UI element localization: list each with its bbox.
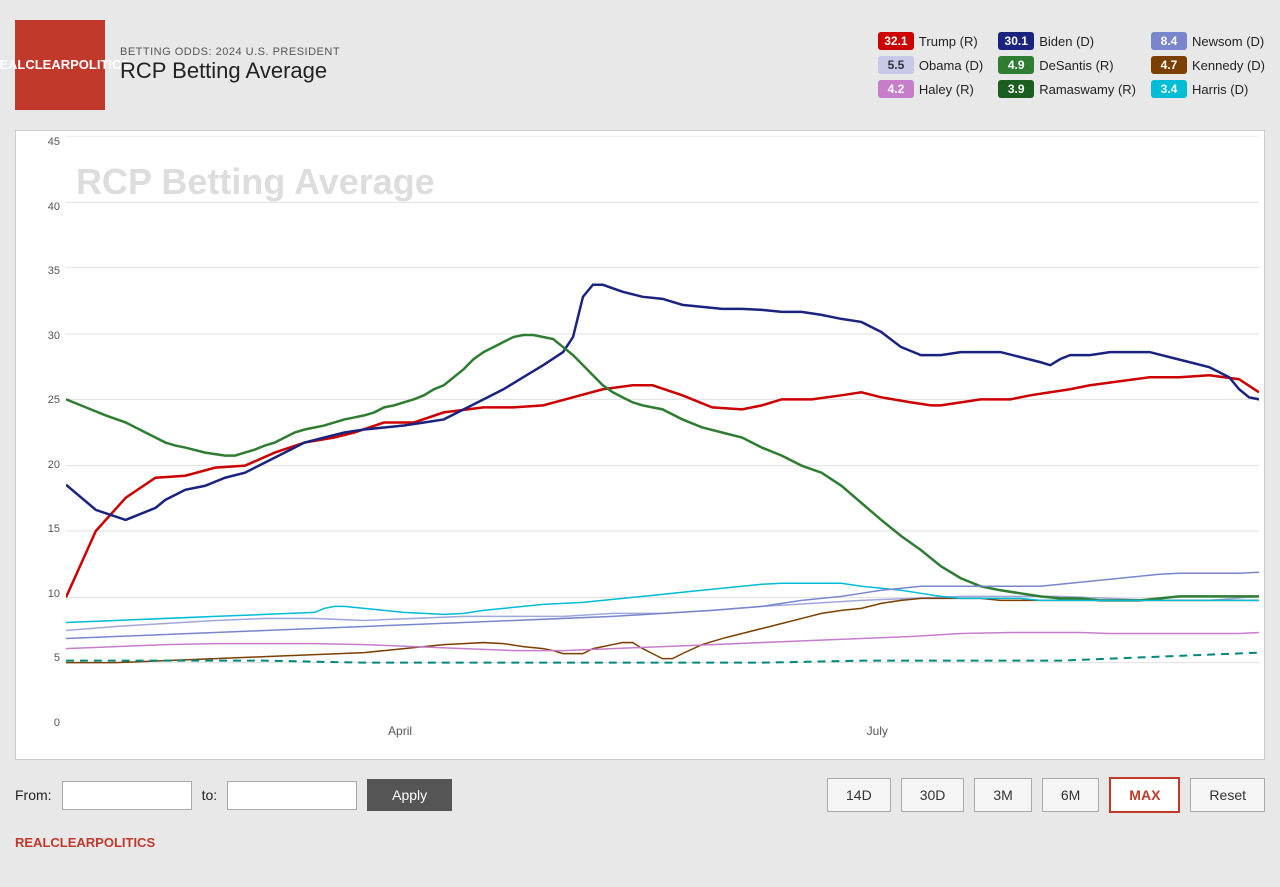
legend-item: 5.5 Obama (D): [878, 56, 983, 74]
legend-badge: 5.5: [878, 56, 914, 74]
legend-name: Haley (R): [919, 82, 974, 97]
legend: 32.1 Trump (R) 30.1 Biden (D) 8.4 Newsom (D) 5…: [878, 32, 1265, 98]
x-labels: [66, 729, 1259, 759]
y-label-40: 40: [20, 201, 60, 213]
legend-badge: 30.1: [998, 32, 1034, 50]
legend-name: Newsom (D): [1192, 34, 1264, 49]
legend-item: 8.4 Newsom (D): [1151, 32, 1265, 50]
y-axis-labels: 0 5 10 15 20 25 30 35 40 45: [16, 136, 64, 729]
y-label-30: 30: [20, 330, 60, 342]
legend-item: 3.9 Ramaswamy (R): [998, 80, 1136, 98]
btn-max[interactable]: MAX: [1109, 777, 1180, 813]
title-section: BETTING ODDS: 2024 U.S. PRESIDENT RCP Be…: [120, 46, 858, 84]
y-label-25: 25: [20, 394, 60, 406]
legend-item: 30.1 Biden (D): [998, 32, 1136, 50]
chart-container: RCP Betting Average: [15, 130, 1265, 760]
logo-text2: CLEAR: [25, 57, 70, 73]
legend-item: 4.2 Haley (R): [878, 80, 983, 98]
legend-name: Obama (D): [919, 58, 983, 73]
legend-name: DeSantis (R): [1039, 58, 1113, 73]
legend-name: Biden (D): [1039, 34, 1094, 49]
y-label-45: 45: [20, 136, 60, 148]
to-date-input[interactable]: [227, 781, 357, 810]
to-label: to:: [202, 787, 218, 803]
legend-name: Kennedy (D): [1192, 58, 1265, 73]
btn-3m[interactable]: 3M: [974, 778, 1031, 812]
y-label-15: 15: [20, 523, 60, 535]
btn-6m[interactable]: 6M: [1042, 778, 1099, 812]
legend-badge: 3.4: [1151, 80, 1187, 98]
header: REAL CLEAR POLITICS BETTING ODDS: 2024 U…: [0, 0, 1280, 130]
legend-name: Harris (D): [1192, 82, 1248, 97]
page-title: RCP Betting Average: [120, 58, 858, 84]
y-label-10: 10: [20, 588, 60, 600]
legend-item: 3.4 Harris (D): [1151, 80, 1265, 98]
legend-badge: 4.9: [998, 56, 1034, 74]
legend-name: Trump (R): [919, 34, 978, 49]
x-label-april: April: [388, 724, 412, 738]
reset-button[interactable]: Reset: [1190, 778, 1265, 812]
legend-badge: 32.1: [878, 32, 914, 50]
x-label-july: July: [867, 724, 888, 738]
from-date-input[interactable]: [62, 781, 192, 810]
legend-badge: 8.4: [1151, 32, 1187, 50]
btn-14d[interactable]: 14D: [827, 778, 891, 812]
y-label-0: 0: [20, 717, 60, 729]
page-subtitle: BETTING ODDS: 2024 U.S. PRESIDENT: [120, 46, 858, 58]
legend-item: 4.7 Kennedy (D): [1151, 56, 1265, 74]
legend-badge: 4.7: [1151, 56, 1187, 74]
legend-item: 32.1 Trump (R): [878, 32, 983, 50]
btn-30d[interactable]: 30D: [901, 778, 965, 812]
legend-badge: 4.2: [878, 80, 914, 98]
chart-area: April July: [66, 136, 1259, 729]
legend-badge: 3.9: [998, 80, 1034, 98]
legend-item: 4.9 DeSantis (R): [998, 56, 1136, 74]
footer: From: to: Apply 14D 30D 3M 6M MAX Reset: [0, 760, 1280, 830]
y-label-35: 35: [20, 265, 60, 277]
logo: REAL CLEAR POLITICS: [15, 20, 105, 110]
logo-text: REAL: [0, 57, 25, 73]
apply-button[interactable]: Apply: [367, 779, 452, 811]
from-label: From:: [15, 787, 52, 803]
y-label-20: 20: [20, 459, 60, 471]
brand: REALCLEARPOLITICS: [0, 830, 1280, 860]
legend-name: Ramaswamy (R): [1039, 82, 1136, 97]
y-label-5: 5: [20, 652, 60, 664]
